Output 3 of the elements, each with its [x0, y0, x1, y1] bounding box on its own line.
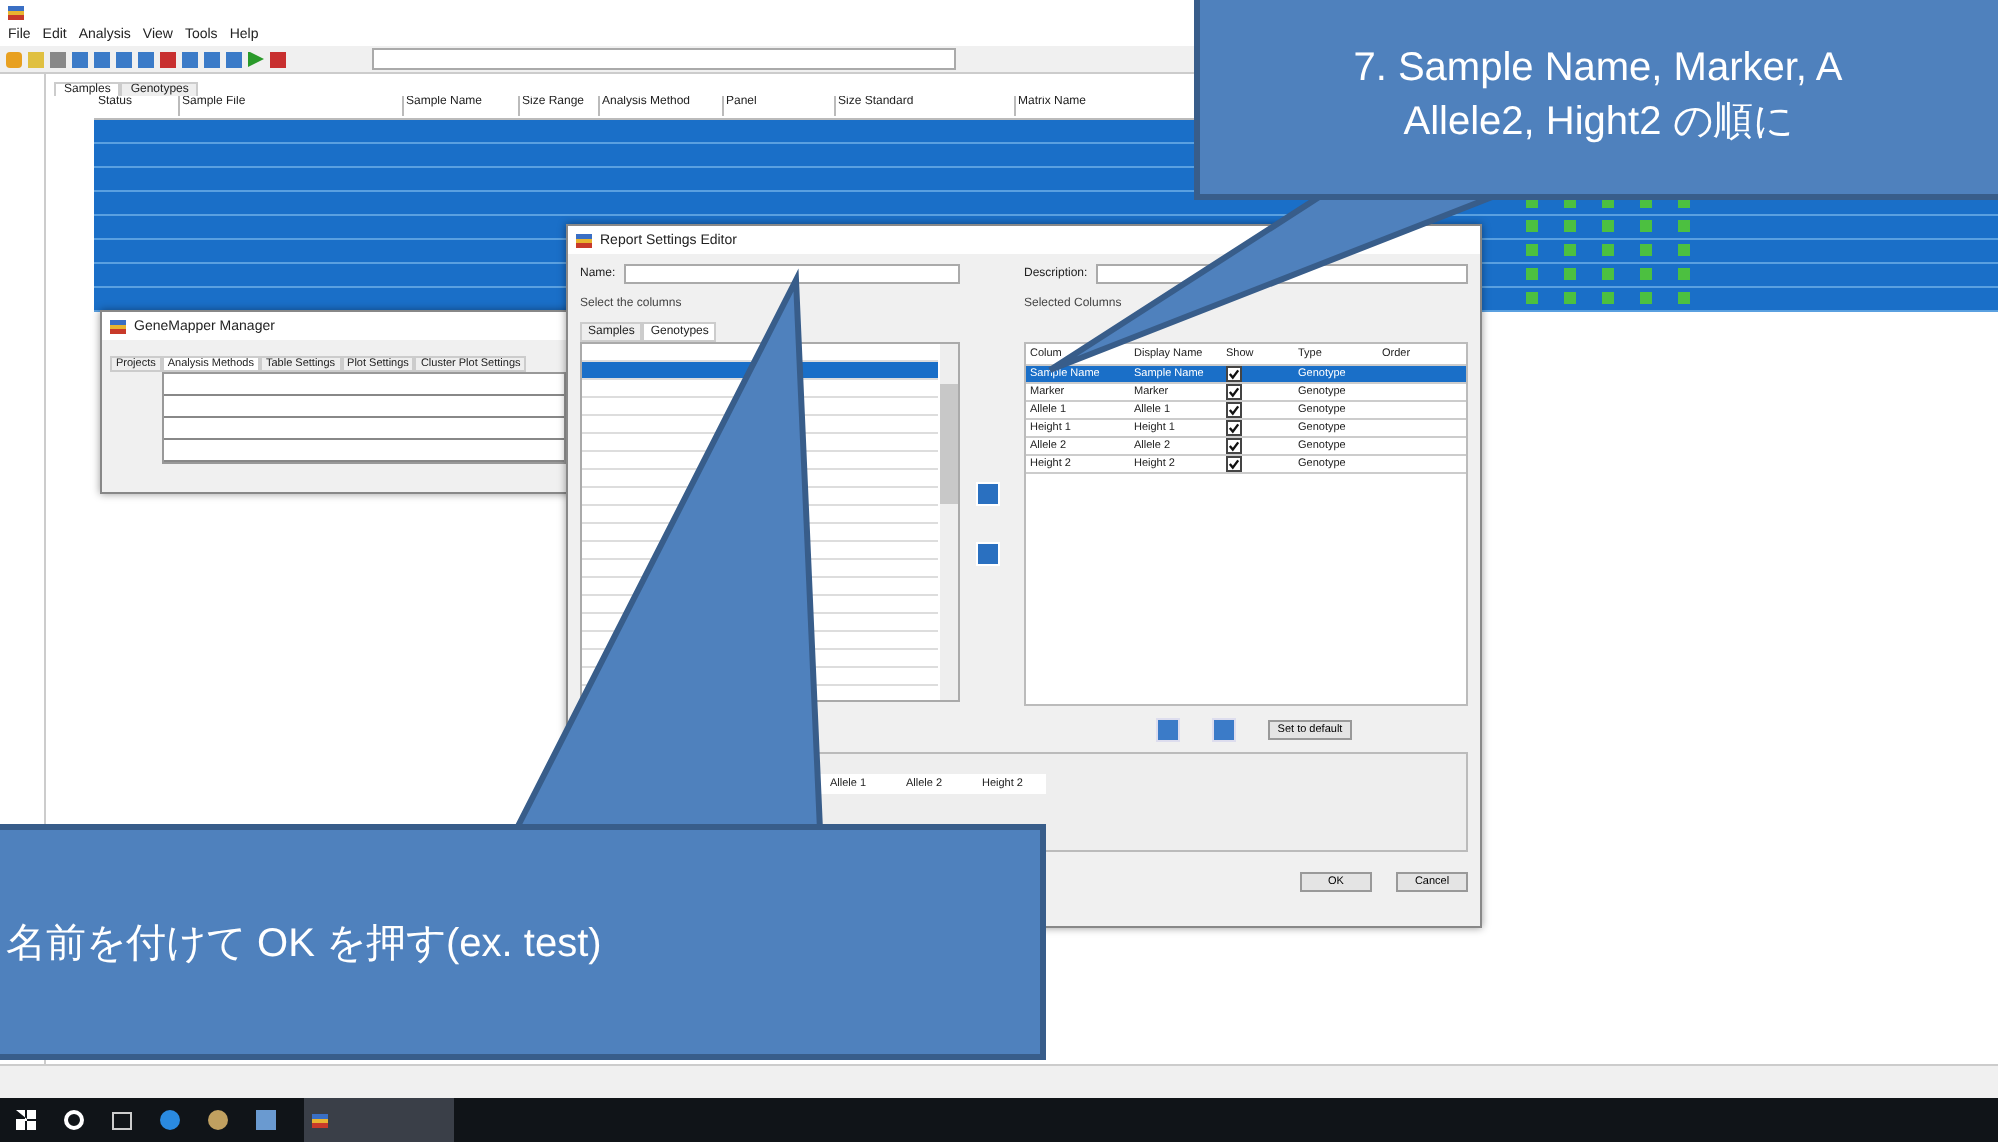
callout-text: 名前を付けて OK を押す(ex. test) [6, 919, 602, 969]
callout-text: 7. Sample Name, Marker, A [1353, 44, 1843, 94]
callout-text: Allele2, Hight2 の順に [1403, 98, 1793, 148]
